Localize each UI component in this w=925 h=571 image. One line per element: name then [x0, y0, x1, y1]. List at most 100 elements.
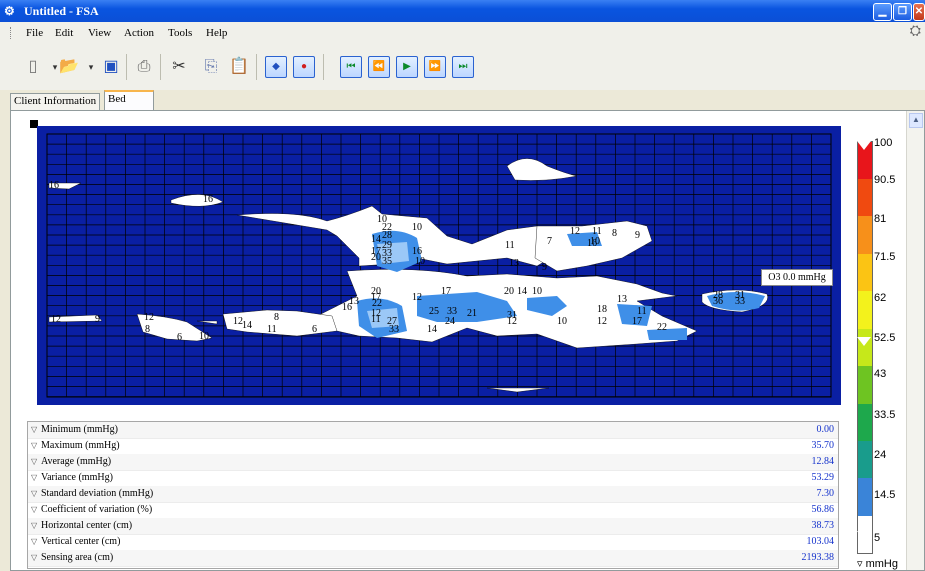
scale-segment [858, 366, 872, 404]
cell-value: 36 [713, 296, 723, 307]
cut-icon[interactable]: ✂ [168, 56, 190, 78]
last-icon[interactable]: ⏭ [452, 56, 474, 78]
cell-value: 11 [371, 314, 381, 325]
pressure-scale: 100 90.5 81 71.5 62 52.5 43 33.5 24 14.5… [857, 127, 915, 570]
menu-edit[interactable]: Edit [55, 27, 73, 39]
window-title: Untitled - FSA [24, 4, 99, 18]
stat-row[interactable]: ▽ Sensing area (cm) 2193.38 [28, 550, 838, 567]
cell-value: 33 [389, 324, 399, 335]
cell-value: 6 [312, 324, 317, 335]
cell-value: 12 [412, 292, 422, 303]
cell-value: 22 [657, 322, 667, 333]
scale-label: 24 [874, 449, 887, 461]
play-icon[interactable]: ▶ [396, 56, 418, 78]
toolbar-options-icon[interactable]: ⛭ [910, 24, 921, 40]
cell-value: 18 [597, 304, 607, 315]
expand-icon: ▽ [31, 425, 38, 434]
scale-segment [858, 441, 872, 478]
cell-value: 6 [177, 332, 182, 343]
record-icon[interactable]: ◆ [265, 56, 287, 78]
stat-row[interactable]: ▽ Average (mmHg) 12.84 [28, 454, 838, 471]
paste-icon[interactable]: 📋 [228, 56, 250, 78]
cell-value: 16 [203, 194, 213, 205]
cell-value: 12 [51, 314, 61, 325]
stat-row[interactable]: ▽ Maximum (mmHg) 35.70 [28, 438, 838, 455]
cell-value: 10 [590, 236, 600, 247]
app-icon: ⚙ [4, 4, 15, 18]
scale-unit: ▿ mmHg [857, 558, 898, 570]
scale-min-handle-icon[interactable] [857, 531, 871, 540]
menu-view[interactable]: View [88, 27, 111, 39]
scroll-up-icon[interactable]: ▲ [909, 113, 923, 128]
new-icon[interactable]: ▯ [22, 56, 44, 78]
cell-value: 20 [504, 286, 514, 297]
cell-value: 9 [95, 314, 100, 325]
stat-value: 12.84 [811, 456, 835, 467]
stat-value: 103.04 [806, 536, 835, 547]
expand-icon: ▽ [31, 553, 38, 562]
expand-icon: ▽ [31, 473, 38, 482]
cell-value: 20 [371, 252, 381, 263]
stat-value: 38.73 [811, 520, 835, 531]
maximize-button[interactable]: ❐ [893, 3, 912, 21]
scale-label: 62 [874, 292, 887, 304]
copy-icon[interactable]: ⎘ [200, 56, 222, 78]
scale-unit-label: mmHg [865, 558, 898, 570]
open-icon[interactable]: 📂 [58, 56, 80, 78]
stat-label: Horizontal center (cm) [41, 520, 133, 531]
stat-label: Maximum (mmHg) [41, 440, 120, 451]
minimize-button[interactable]: ▁ [873, 3, 892, 21]
cell-value: 11 [592, 226, 602, 237]
pressure-map-svg: 161612 9 1286 1012 8141611 617201410102228293… [37, 126, 841, 405]
first-icon[interactable]: ⏮ [340, 56, 362, 78]
cell-value: 33 [735, 296, 745, 307]
cell-value: 12 [570, 226, 580, 237]
scale-mid-handle-icon[interactable] [857, 337, 871, 346]
cell-value: 24 [445, 316, 455, 327]
open-dropdown-icon[interactable]: ▾ [80, 56, 102, 78]
cell-value: 7 [547, 236, 552, 247]
menu-grip [10, 27, 13, 39]
stat-label: Minimum (mmHg) [41, 424, 118, 435]
scale-max-handle-icon[interactable] [857, 141, 871, 150]
scale-label: 43 [874, 368, 887, 380]
stat-label: Coefficient of variation (%) [41, 504, 153, 515]
save-icon[interactable]: ▣ [100, 56, 122, 78]
stat-value: 2193.38 [801, 552, 835, 563]
stat-row[interactable]: ▽ Coefficient of variation (%) 56.86 [28, 502, 838, 519]
cell-value: 10 [412, 222, 422, 233]
cell-value: 25 [429, 306, 439, 317]
cell-value: 12 [507, 316, 517, 327]
scale-label: 52.5 [874, 332, 896, 344]
stat-value: 56.86 [811, 504, 835, 515]
close-button[interactable]: ✕ [913, 3, 925, 21]
stat-label: Sensing area (cm) [41, 552, 114, 563]
toolbar-separator [323, 54, 324, 80]
menu-tools[interactable]: Tools [168, 27, 192, 39]
stat-row[interactable]: ▽ Vertical center (cm) 103.04 [28, 534, 838, 551]
print-icon[interactable]: ⎙ [133, 56, 155, 78]
cell-value: 17 [632, 316, 642, 327]
cell-value: 13 [509, 258, 519, 269]
stat-row[interactable]: ▽ Horizontal center (cm) 38.73 [28, 518, 838, 535]
scale-segment [858, 329, 872, 366]
cell-value: 17 [441, 286, 451, 297]
menu-file[interactable]: File [26, 27, 43, 39]
bed-pressure-map: 16 16 12 9 12 8 6 10 12 8 14 16 11 6 17 20 14 10 10 22 28 29 3… [37, 126, 841, 405]
cell-value: 9 [542, 262, 547, 273]
menu-action[interactable]: Action [124, 27, 154, 39]
stat-row[interactable]: ▽ Minimum (mmHg) 0.00 [28, 422, 838, 439]
stat-row[interactable]: ▽ Variance (mmHg) 53.29 [28, 470, 838, 487]
sensor-tooltip: O3 0.0 mmHg [761, 269, 833, 286]
stop-icon[interactable]: ● [293, 56, 315, 78]
expand-icon: ▽ [31, 441, 38, 450]
cell-value: 13 [349, 296, 359, 307]
menu-help[interactable]: Help [206, 27, 227, 39]
forward-icon[interactable]: ⏩ [424, 56, 446, 78]
stat-row[interactable]: ▽ Standard deviation (mmHg) 7.30 [28, 486, 838, 503]
rewind-icon[interactable]: ⏪ [368, 56, 390, 78]
stat-value: 7.30 [816, 488, 835, 499]
toolbar-separator [160, 54, 161, 80]
stat-label: Standard deviation (mmHg) [41, 488, 154, 499]
scale-label: 5 [874, 532, 881, 544]
